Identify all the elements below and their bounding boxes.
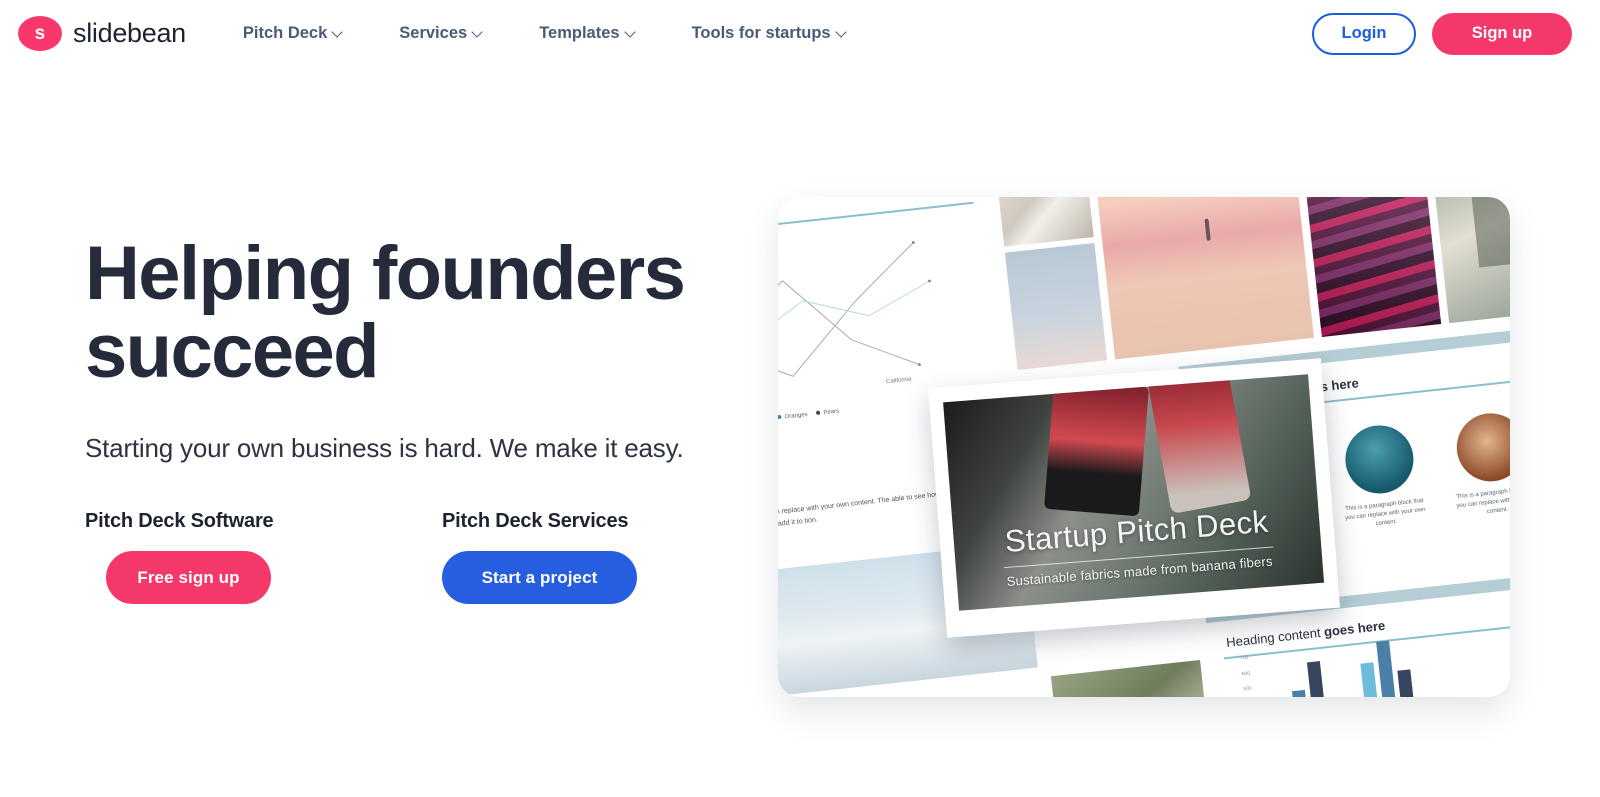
header-actions: Login Sign up <box>1312 12 1572 55</box>
startup-pitch-deck-card: Startup Pitch Deck Sustainable fabrics m… <box>927 358 1341 638</box>
photo-circle-food <box>1453 409 1510 485</box>
hero-copy: Helping founders succeed Starting your o… <box>85 235 735 464</box>
nav-item-templates[interactable]: Templates <box>539 18 635 49</box>
nav-label: Templates <box>539 24 620 42</box>
photo-tile-dunes <box>994 197 1094 247</box>
site-header: s slidebean Pitch Deck Services Template… <box>0 0 1600 67</box>
bar-chart-bars <box>1270 638 1420 697</box>
slidebean-logo-icon: s <box>18 16 62 51</box>
photo-circle-whale <box>1341 421 1417 497</box>
bar-chart-y-axis: 7006005004003002001000 <box>1239 654 1253 693</box>
nav-label: Pitch Deck <box>242 24 328 42</box>
nav-item-services[interactable]: Services <box>399 18 483 49</box>
cta-group-software: Pitch Deck Software Free sign up <box>85 510 442 604</box>
login-button[interactable]: Login <box>1312 12 1416 55</box>
cta-label-software: Pitch Deck Software <box>85 510 274 532</box>
brand-wordmark: slidebean <box>73 18 186 48</box>
nav-item-tools-for-startups[interactable]: Tools for startups <box>692 18 847 49</box>
card-caption: This is a paragraph block that you can r… <box>1344 497 1426 528</box>
photo-tile-lights <box>1298 197 1442 337</box>
brand-logo[interactable]: s slidebean <box>18 16 186 51</box>
legend-label: Oranges <box>784 411 808 421</box>
bar <box>1397 669 1420 697</box>
slide-heading-bold: goes here <box>1323 617 1386 640</box>
chevron-down-icon <box>333 27 343 37</box>
chevron-down-icon <box>837 27 847 37</box>
start-a-project-button[interactable]: Start a project <box>442 551 637 604</box>
main-navigation: Pitch Deck Services Templates Tools for … <box>243 18 847 49</box>
slide-heading-normal: Heading content <box>1225 624 1325 651</box>
page-title: Helping founders succeed <box>85 231 686 394</box>
hero-section: Helping founders succeed Starting your o… <box>0 67 1600 797</box>
cta-row: Pitch Deck Software Free sign up Pitch D… <box>85 510 637 604</box>
chevron-down-icon <box>626 27 636 37</box>
startup-pitch-deck-text: Startup Pitch Deck Sustainable fabrics m… <box>953 500 1323 593</box>
photo-tile-plant <box>1050 659 1215 697</box>
cta-label-services: Pitch Deck Services <box>442 510 629 532</box>
bar <box>1376 640 1402 697</box>
startup-pitch-deck-image: Startup Pitch Deck Sustainable fabrics m… <box>943 374 1325 611</box>
nav-label: Tools for startups <box>691 24 831 42</box>
legend-label: Pears <box>823 408 840 417</box>
nav-label: Services <box>399 24 468 42</box>
photo-tile-beach <box>1091 197 1314 360</box>
hero-subtitle: Starting your own business is hard. We m… <box>85 433 684 463</box>
cta-group-services: Pitch Deck Services Start a project <box>442 510 637 604</box>
nav-item-pitch-deck[interactable]: Pitch Deck <box>243 18 343 49</box>
card-caption: This is a paragraph block that you can r… <box>1456 486 1510 516</box>
chevron-down-icon <box>473 27 483 37</box>
signup-button[interactable]: Sign up <box>1432 12 1572 55</box>
bar <box>1306 661 1331 697</box>
free-sign-up-button[interactable]: Free sign up <box>106 551 271 604</box>
line-chart-legend: Apples Oranges Pears <box>778 409 839 425</box>
photo-tile-blue <box>1004 242 1108 370</box>
